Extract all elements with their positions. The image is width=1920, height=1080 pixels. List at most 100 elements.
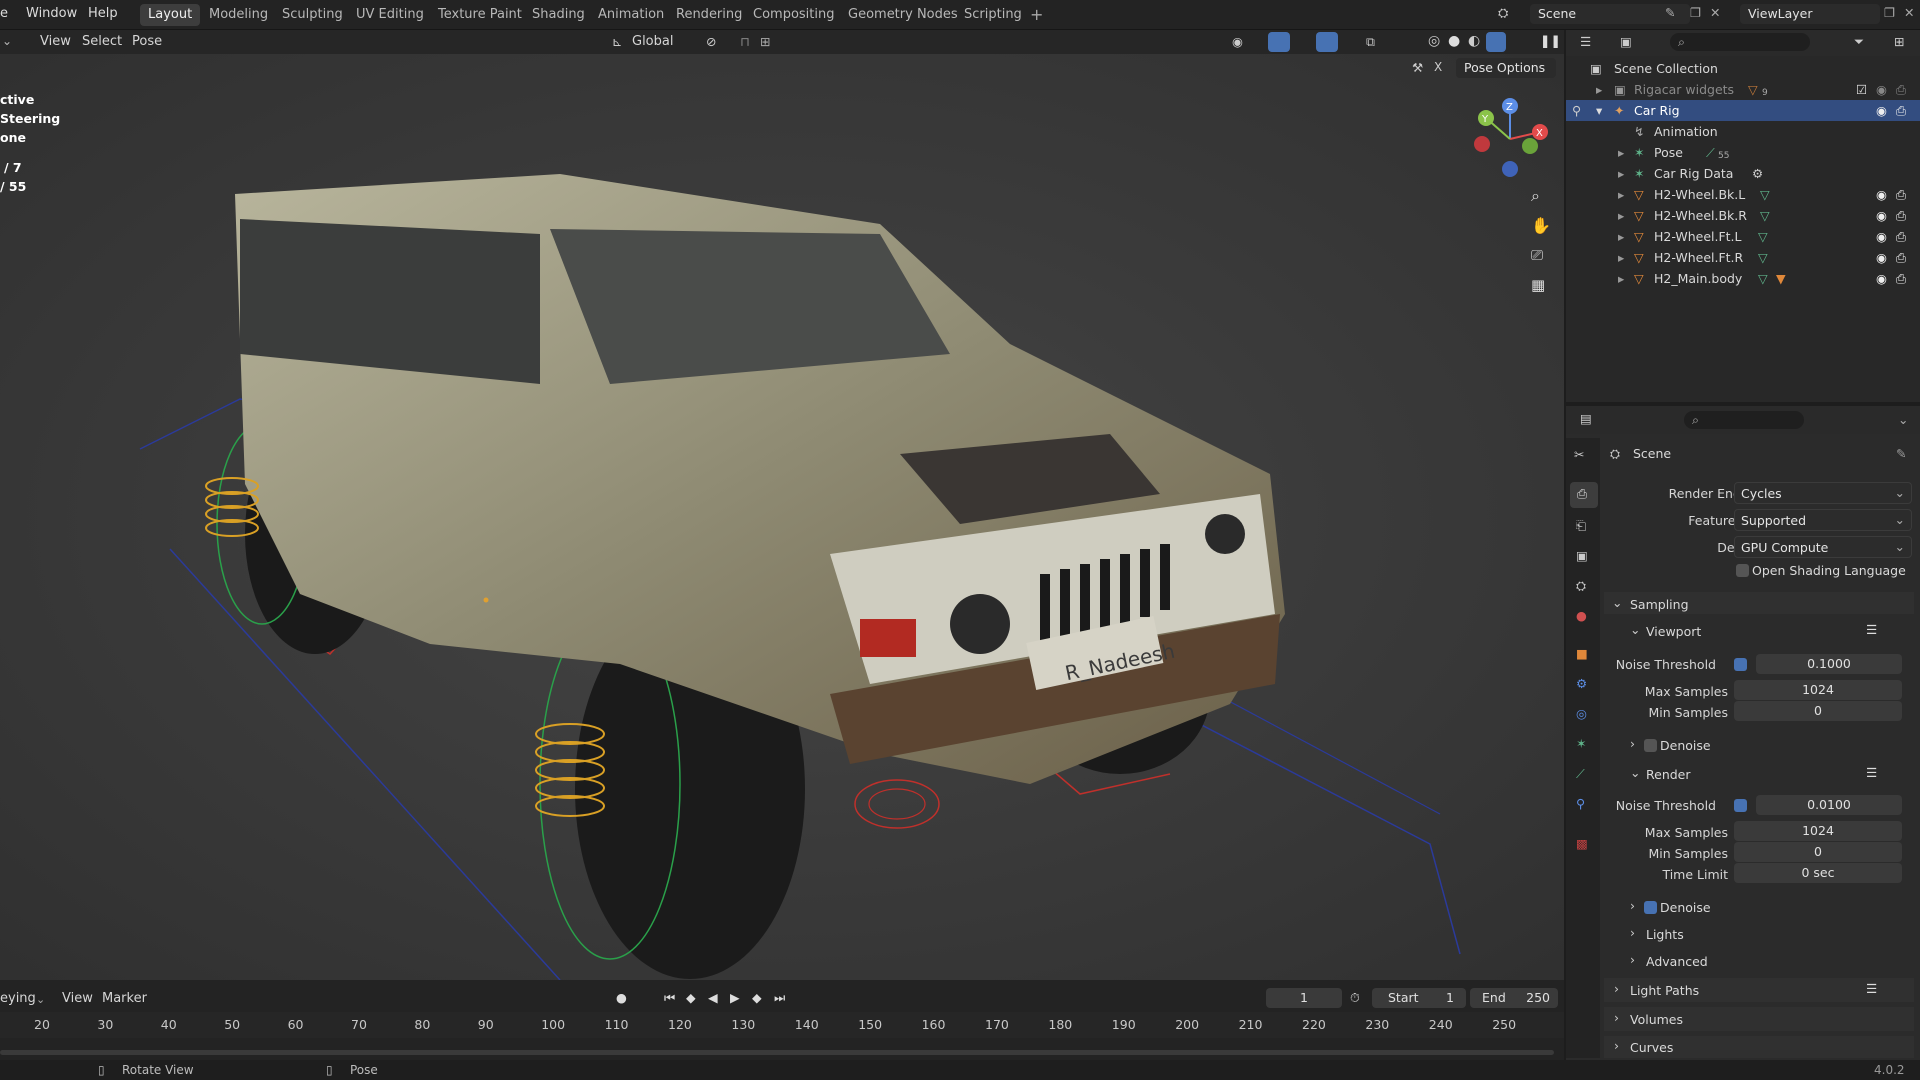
material-shading-icon[interactable]: ◐: [1468, 33, 1480, 49]
noise-threshold-checkbox[interactable]: [1734, 658, 1747, 671]
presets-list-icon[interactable]: ☰: [1866, 765, 1877, 780]
outliner-item-car-rig-data[interactable]: ▸ ✶ Car Rig Data ⚙: [1566, 163, 1920, 184]
lights-subpanel-label[interactable]: Lights: [1646, 927, 1684, 942]
outliner-root[interactable]: ▣ Scene Collection: [1566, 58, 1920, 79]
expand-arrow-icon[interactable]: ›: [1630, 898, 1635, 913]
tab-sculpting[interactable]: Sculpting: [274, 4, 351, 26]
tool-tab-icon[interactable]: ✂: [1574, 447, 1584, 462]
menu-pose[interactable]: Pose: [132, 34, 162, 49]
bone-tab-icon[interactable]: ⟋: [1576, 766, 1585, 782]
close-viewlayer-icon[interactable]: ✕: [1904, 5, 1914, 20]
collapse-arrow-icon[interactable]: ▾: [1596, 103, 1602, 118]
eye-icon[interactable]: ◉: [1876, 250, 1887, 265]
solid-shading-icon[interactable]: ●: [1448, 33, 1460, 49]
perspective-grid-icon[interactable]: ▦: [1531, 276, 1545, 294]
jump-start-icon[interactable]: ⏮: [664, 990, 675, 1006]
viewport-min-samples-field[interactable]: 0: [1734, 701, 1902, 721]
presets-list-icon[interactable]: ☰: [1866, 981, 1877, 996]
close-scene-icon[interactable]: ✕: [1710, 5, 1720, 20]
x-mirror-toggle[interactable]: X: [1434, 60, 1442, 74]
checkbox-icon[interactable]: ☑: [1856, 82, 1867, 97]
jump-end-icon[interactable]: ⏭: [774, 990, 785, 1006]
outliner-item-rigacar-widgets[interactable]: ▸ ▣ Rigacar widgets ▽ 9 ☑ ◉ ⎙: [1566, 79, 1920, 100]
world-tab-icon[interactable]: ●: [1576, 608, 1587, 623]
eye-icon[interactable]: ◉: [1876, 271, 1887, 286]
scene-tab-icon[interactable]: ⛭: [1576, 578, 1586, 594]
pin-icon[interactable]: ✎: [1896, 446, 1906, 461]
scene-icon[interactable]: ⛭: [1498, 6, 1508, 21]
outliner-search-input[interactable]: ⌕: [1670, 33, 1810, 51]
object-data-tab-icon[interactable]: ✶: [1576, 736, 1586, 751]
presets-list-icon[interactable]: ☰: [1866, 622, 1877, 637]
expand-arrow-icon[interactable]: ›: [1630, 925, 1635, 940]
timeline-scrollbar[interactable]: [0, 1050, 1554, 1055]
new-scene-icon[interactable]: ❐: [1690, 5, 1701, 20]
expand-arrow-icon[interactable]: ▸: [1618, 229, 1624, 244]
outliner-item-wheel-ft-l[interactable]: ▸ ▽ H2-Wheel.Ft.L ▽ ◉ ⎙: [1566, 226, 1920, 247]
outliner-item-pose[interactable]: ▸ ✶ Pose ⟋ 55: [1566, 142, 1920, 163]
bone-constraint-tab-icon[interactable]: ⚲: [1576, 796, 1585, 811]
end-frame-field[interactable]: End 250: [1470, 988, 1558, 1008]
pause-icon[interactable]: ❚❚: [1540, 33, 1561, 48]
tab-animation[interactable]: Animation: [590, 4, 672, 26]
timeline-marker-menu[interactable]: Marker: [102, 991, 147, 1006]
camera-icon[interactable]: ⎙: [1896, 229, 1906, 245]
pivot-icon[interactable]: ⊘: [706, 34, 716, 49]
render-denoise-checkbox[interactable]: [1644, 901, 1657, 914]
start-frame-field[interactable]: Start 1: [1372, 988, 1466, 1008]
expand-arrow-icon[interactable]: ›: [1630, 736, 1635, 751]
camera-icon[interactable]: ⎙: [1896, 187, 1906, 203]
zoom-icon[interactable]: ⌕: [1531, 186, 1540, 206]
tab-geometry-nodes[interactable]: Geometry Nodes: [840, 4, 966, 26]
navigation-gizmo[interactable]: Z X Y: [1470, 94, 1560, 184]
wireframe-shading-icon[interactable]: ◎: [1428, 33, 1440, 49]
camera-icon[interactable]: ⎙: [1896, 250, 1906, 266]
expand-arrow-icon[interactable]: ▸: [1618, 250, 1624, 265]
snap-target-icon[interactable]: ⊞: [760, 34, 770, 49]
object-tab-icon[interactable]: ■: [1576, 646, 1588, 661]
expand-arrow-icon[interactable]: ▸: [1618, 271, 1624, 286]
render-noise-threshold-field[interactable]: 0.0100: [1756, 795, 1902, 815]
menu-view[interactable]: View: [40, 34, 71, 49]
advanced-subpanel-label[interactable]: Advanced: [1646, 954, 1708, 969]
feature-set-dropdown[interactable]: Supported ⌄: [1734, 509, 1912, 531]
eye-icon[interactable]: ◉: [1876, 229, 1887, 244]
camera-icon[interactable]: ⎙: [1896, 82, 1906, 98]
outliner-item-wheel-bk-l[interactable]: ▸ ▽ H2-Wheel.Bk.L ▽ ◉ ⎙: [1566, 184, 1920, 205]
tab-compositing[interactable]: Compositing: [745, 4, 843, 26]
record-icon[interactable]: ●: [616, 990, 627, 1005]
pan-hand-icon[interactable]: ✋: [1531, 216, 1551, 235]
add-workspace-icon[interactable]: +: [1030, 5, 1043, 24]
new-viewlayer-icon[interactable]: ❐: [1884, 5, 1895, 20]
visibility-icon[interactable]: ◉: [1232, 34, 1243, 49]
texture-tab-icon[interactable]: ▩: [1576, 836, 1588, 851]
pin-icon[interactable]: ✎: [1665, 5, 1675, 20]
transform-orientation-dropdown[interactable]: Global: [632, 34, 673, 49]
output-tab-icon[interactable]: ⎗: [1576, 518, 1586, 534]
menu-window[interactable]: Window: [26, 6, 77, 21]
outliner-item-main-body[interactable]: ▸ ▽ H2_Main.body ▽ ▼ ◉ ⎙: [1566, 268, 1920, 289]
render-tab[interactable]: ⎙: [1570, 482, 1598, 508]
outliner-item-animation[interactable]: ↯ Animation: [1566, 121, 1920, 142]
mirror-icon[interactable]: ⚒: [1412, 60, 1423, 75]
outliner-item-car-rig[interactable]: ⚲ ▾ ✦ Car Rig ◉ ⎙: [1566, 100, 1920, 121]
current-frame-field[interactable]: 1: [1266, 988, 1342, 1008]
noise-threshold-checkbox[interactable]: [1734, 799, 1747, 812]
snap-icon[interactable]: ⊓: [740, 34, 750, 49]
render-subpanel-label[interactable]: Render: [1646, 767, 1691, 782]
viewport-subpanel-label[interactable]: Viewport: [1646, 624, 1701, 639]
device-dropdown[interactable]: GPU Compute ⌄: [1734, 536, 1912, 558]
properties-search-input[interactable]: ⌕: [1684, 411, 1804, 429]
expand-arrow-icon[interactable]: ▸: [1618, 187, 1624, 202]
camera-icon[interactable]: ⎙: [1896, 208, 1906, 224]
tab-shading[interactable]: Shading: [524, 4, 593, 26]
outliner-item-wheel-ft-r[interactable]: ▸ ▽ H2-Wheel.Ft.R ▽ ◉ ⎙: [1566, 247, 1920, 268]
render-min-samples-field[interactable]: 0: [1734, 842, 1902, 862]
physics-tab-icon[interactable]: ◎: [1576, 706, 1587, 721]
outliner-view-icon[interactable]: ▣: [1620, 34, 1632, 49]
clock-icon[interactable]: ⏱: [1350, 990, 1360, 1006]
next-keyframe-icon[interactable]: ◆: [752, 990, 762, 1005]
menu-select[interactable]: Select: [82, 34, 122, 49]
tab-texture-paint[interactable]: Texture Paint: [430, 4, 530, 26]
overlay-toggle-button[interactable]: [1316, 32, 1338, 52]
